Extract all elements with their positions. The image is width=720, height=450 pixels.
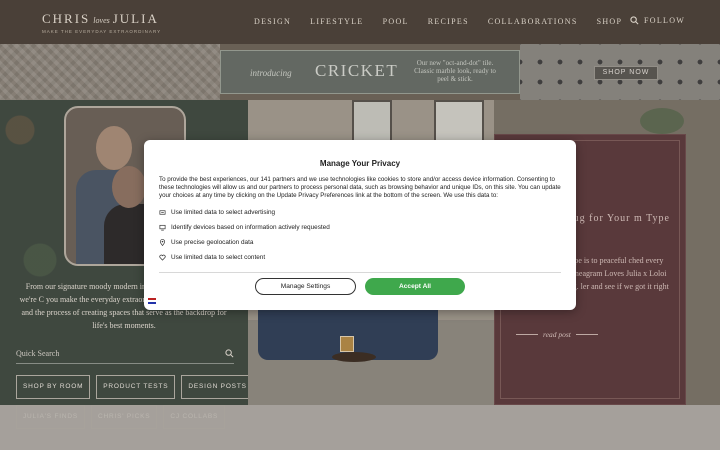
purpose-label: Use limited data to select advertising: [171, 208, 276, 216]
logo-first: CHRIS: [42, 11, 91, 26]
manage-settings-button[interactable]: Manage Settings: [255, 278, 356, 295]
dialog-body[interactable]: To provide the best experiences, our 141…: [159, 176, 564, 272]
logo-tagline: MAKE THE EVERYDAY EXTRAORDINARY: [42, 29, 162, 34]
logo-wordmark: CHRIS loves JULIA: [42, 11, 161, 27]
consent-text: To provide the best experiences, our 141…: [159, 176, 561, 200]
site-logo[interactable]: CHRIS loves JULIA MAKE THE EVERYDAY EXTRAO…: [42, 11, 161, 34]
purpose-item: Use limited data to select content: [159, 254, 564, 261]
nav-item-shop[interactable]: SHOP: [597, 17, 623, 26]
language-flag-icon[interactable]: [148, 298, 156, 304]
location-pin-icon: [159, 238, 166, 246]
purpose-label: Use limited data to select content: [171, 253, 266, 261]
nav-item-pool[interactable]: POOL: [383, 17, 409, 26]
follow-label: FOLLOW: [644, 16, 686, 25]
device-icon: [159, 224, 166, 231]
nav-item-design[interactable]: DESIGN: [254, 17, 291, 26]
privacy-consent-dialog: Manage Your Privacy To provide the best …: [144, 140, 576, 310]
nav-item-recipes[interactable]: RECIPES: [428, 17, 469, 26]
ad-icon: [159, 210, 166, 215]
accept-all-button[interactable]: Accept All: [365, 278, 465, 295]
main-nav: DESIGN LIFESTYLE POOL RECIPES COLLABORAT…: [254, 17, 641, 26]
purpose-item: Use precise geolocation data: [159, 239, 564, 246]
purpose-label: Identify devices based on information ac…: [171, 223, 330, 231]
follow-button[interactable]: FOLLOW: [630, 16, 685, 25]
dialog-title: Manage Your Privacy: [319, 159, 401, 168]
logo-last: JULIA: [112, 11, 159, 26]
site-header: CHRIS loves JULIA MAKE THE EVERYDAY EXTRAO…: [0, 0, 720, 44]
purpose-item: Identify devices based on information ac…: [159, 224, 564, 231]
nav-item-collaborations[interactable]: COLLABORATIONS: [488, 17, 578, 26]
logo-middle: loves: [93, 16, 110, 25]
search-icon[interactable]: [630, 16, 639, 25]
purpose-label: Use precise geolocation data: [171, 238, 254, 246]
nav-item-lifestyle[interactable]: LIFESTYLE: [310, 17, 363, 26]
purpose-item: Use limited data to select advertising: [159, 209, 564, 216]
dialog-divider: [159, 272, 561, 273]
heart-icon: [159, 254, 166, 261]
